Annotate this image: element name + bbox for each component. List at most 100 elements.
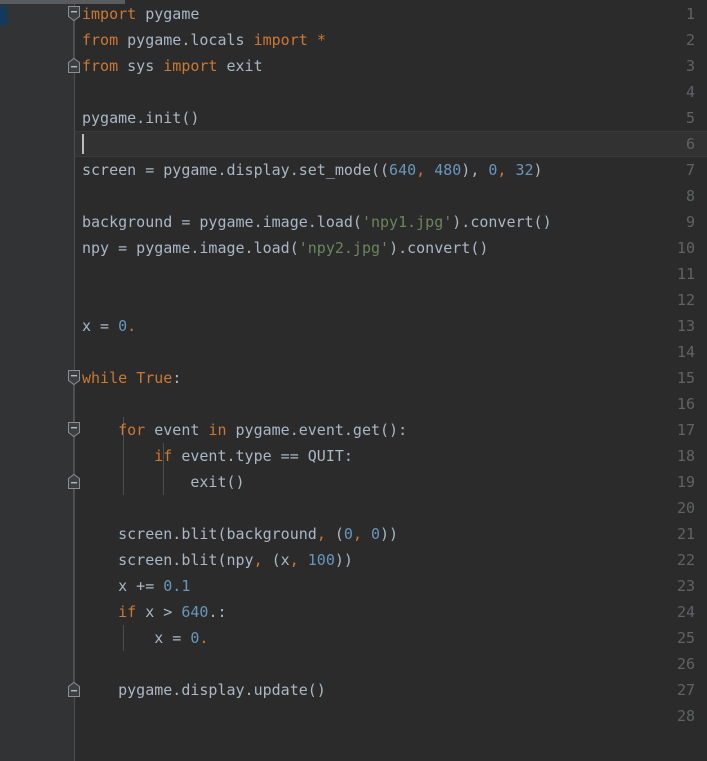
code-line[interactable] [75, 391, 707, 417]
code-token: exit [217, 57, 263, 75]
line-number: 13 [676, 317, 695, 335]
line-number-gutter[interactable] [7, 0, 74, 761]
line-number: 11 [676, 265, 695, 283]
code-token: 0 [371, 525, 381, 543]
code-line[interactable]: screen.blit(background, (0, 0)) [75, 521, 707, 547]
code-line[interactable] [75, 339, 707, 365]
code-token: . [127, 317, 137, 335]
line-number: 16 [676, 395, 695, 413]
line-number: 24 [676, 603, 695, 621]
code-token: ( [325, 525, 344, 543]
code-token: )) [334, 551, 353, 569]
minus-box-down-icon[interactable] [67, 369, 81, 386]
code-line[interactable] [75, 131, 707, 157]
code-token: 640 [181, 603, 209, 621]
code-token: x > [136, 603, 182, 621]
line-number: 2 [685, 31, 695, 49]
line-number: 10 [676, 239, 695, 257]
code-line[interactable] [75, 703, 707, 729]
code-line[interactable] [75, 261, 707, 287]
code-line[interactable] [75, 79, 707, 105]
code-token: import [163, 57, 218, 75]
horizontal-scrollbar-thumb[interactable] [0, 0, 125, 4]
code-line[interactable] [75, 287, 707, 313]
line-number: 26 [676, 655, 695, 673]
code-line[interactable] [75, 495, 707, 521]
code-token: .: [208, 603, 227, 621]
line-number: 9 [685, 213, 695, 231]
line-number: 6 [685, 135, 695, 153]
line-number: 21 [676, 525, 695, 543]
line-number: 1 [685, 5, 695, 23]
code-token: (x [262, 551, 290, 569]
code-line[interactable]: if event.type == QUIT: [75, 443, 707, 469]
code-token: , [352, 525, 362, 543]
code-token: * [316, 31, 326, 49]
minus-box-up-icon[interactable] [67, 57, 81, 74]
code-line[interactable]: x = 0. [75, 313, 707, 339]
code-line[interactable]: if x > 640.: [75, 599, 707, 625]
code-line[interactable]: from pygame.locals import * [75, 27, 707, 53]
code-token: from [82, 57, 119, 75]
code-line[interactable]: import pygame [75, 1, 707, 27]
code-token: 'npy2.jpg' [298, 239, 390, 257]
marker-strip[interactable] [0, 0, 7, 761]
code-editor[interactable]: 1 2 3 4 5 6 7 8 9 10 11 12 13 14 15 16 17 18 19 20 21 22 23 24 2… [0, 0, 707, 761]
code-token: event [145, 421, 209, 439]
code-token: )) [380, 525, 399, 543]
code-token: True [136, 369, 173, 387]
code-token: 32 [515, 161, 534, 179]
line-number: 25 [676, 629, 695, 647]
code-token: import [253, 31, 308, 49]
code-line[interactable] [75, 651, 707, 677]
code-token: import [82, 5, 137, 23]
minus-box-down-icon[interactable] [67, 5, 81, 22]
line-number: 8 [685, 187, 695, 205]
code-token: screen = pygame.display.set_mode(( [82, 161, 390, 179]
minus-box-up-icon[interactable] [67, 681, 81, 698]
code-token: 100 [307, 551, 335, 569]
code-text-area[interactable]: import pygame from pygame.locals import *… [75, 0, 707, 761]
code-token: for [118, 421, 146, 439]
code-token: x += [82, 577, 164, 595]
text-caret [82, 134, 84, 154]
code-token: ), [461, 161, 480, 179]
line-number: 3 [685, 57, 695, 75]
line-number: 4 [685, 83, 695, 101]
code-token: pygame [145, 5, 200, 23]
code-token: event.type == QUIT: [172, 447, 353, 465]
line-number: 27 [676, 681, 695, 699]
code-line[interactable]: from sys import exit [75, 53, 707, 79]
line-number: 14 [676, 343, 695, 361]
code-line[interactable]: for event in pygame.event.get(): [75, 417, 707, 443]
code-token: in [208, 421, 227, 439]
code-line[interactable]: npy = pygame.image.load('npy2.jpg').conv… [75, 235, 707, 261]
code-token: while [82, 369, 128, 387]
code-token: 480 [434, 161, 462, 179]
line-number: 5 [685, 109, 695, 127]
minus-box-down-icon[interactable] [67, 421, 81, 438]
code-line[interactable]: while True: [75, 365, 707, 391]
code-line[interactable]: background = pygame.image.load('npy1.jpg… [75, 209, 707, 235]
line-number: 19 [676, 473, 695, 491]
minus-box-up-icon[interactable] [67, 473, 81, 490]
code-token: exit() [82, 473, 245, 491]
code-line[interactable]: x += 0.1 [75, 573, 707, 599]
code-line[interactable]: x = 0. [75, 625, 707, 651]
code-line[interactable]: screen.blit(npy, (x, 100)) [75, 547, 707, 573]
code-line[interactable] [75, 183, 707, 209]
code-line[interactable]: pygame.display.update() [75, 677, 707, 703]
changed-lines-marker[interactable] [0, 6, 7, 25]
code-token: pygame.display.update() [82, 681, 326, 699]
code-token: , [253, 551, 263, 569]
code-line[interactable]: pygame.init() [75, 105, 707, 131]
code-line[interactable]: screen = pygame.display.set_mode((640, 4… [75, 157, 707, 183]
line-number: 23 [676, 577, 695, 595]
code-line[interactable]: exit() [75, 469, 707, 495]
